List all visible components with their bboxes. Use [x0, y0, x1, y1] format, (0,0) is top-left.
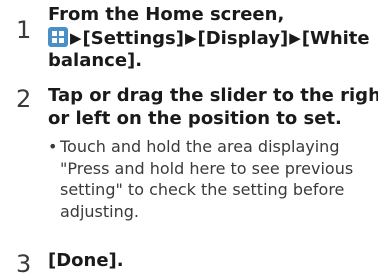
bullet-icon: •	[48, 137, 58, 156]
note-line: Touch and hold the area displaying	[60, 137, 340, 156]
step-number: 2	[16, 85, 32, 113]
step-number: 1	[16, 16, 32, 44]
step-title-line: ▶[Settings]▶[Display]▶[White	[48, 26, 374, 51]
menu-path-display: [Display]	[197, 27, 289, 49]
step-body: From the Home screen, ▶[Settings]▶[Displ…	[48, 4, 374, 73]
apps-grid-icon	[48, 26, 68, 47]
note-line: "Press and hold here to see previous	[60, 158, 354, 178]
step-body: Tap or drag the slider to the right or l…	[48, 85, 378, 222]
menu-path-settings: [Settings]	[82, 27, 184, 49]
arrow-icon: ▶	[184, 28, 197, 47]
step-body: [Done].	[48, 250, 374, 273]
note: • Touch and hold the area displaying "Pr…	[48, 136, 374, 222]
menu-path-white-balance: [White	[301, 27, 370, 49]
step-title-line: From the Home screen,	[48, 4, 285, 25]
step-title-line: [Done].	[48, 250, 124, 271]
arrow-icon: ▶	[70, 28, 82, 47]
arrow-icon: ▶	[289, 28, 301, 47]
step-title-line: balance].	[48, 50, 143, 71]
step-number: 3	[16, 250, 32, 278]
step-title-line: or left on the position to set.	[48, 107, 342, 129]
note-line: setting" to check the setting before	[60, 180, 345, 199]
note-line: adjusting.	[60, 201, 139, 221]
step-title-line: Tap or drag the slider to the right	[48, 85, 378, 106]
